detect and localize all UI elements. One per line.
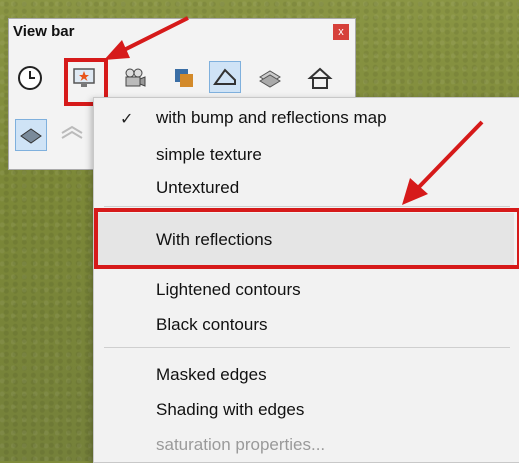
annotation-arrows bbox=[104, 16, 484, 205]
arrow-icon bbox=[402, 120, 484, 205]
arrow-icon bbox=[104, 16, 189, 60]
